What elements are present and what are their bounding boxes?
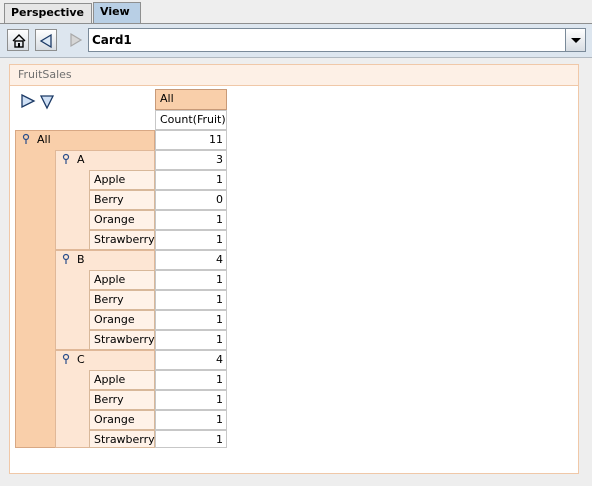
pin-icon [62,253,70,264]
item-label: Berry [94,393,124,406]
item-row-header[interactable]: Orange [89,410,155,430]
item-value: 1 [155,430,227,448]
expand-rows-icon[interactable] [39,94,55,110]
group-label-a: A [77,153,85,166]
measure-header: Count(Fruit) [155,110,227,130]
item-value: 1 [155,290,227,310]
item-value: 1 [155,230,227,250]
item-row-header[interactable]: Orange [89,310,155,330]
group-total-c-text: 4 [216,353,223,366]
panel-header: FruitSales [10,65,578,85]
back-icon [39,33,52,49]
card-dropdown-button[interactable] [565,29,585,51]
total-value-text: 11 [209,133,223,146]
card-selector[interactable]: Card1 [88,28,586,52]
item-value-text: 1 [216,213,223,226]
tab-perspective[interactable]: Perspective [4,3,92,23]
item-value-text: 0 [216,193,223,206]
forward-icon [70,32,83,48]
item-row-header[interactable]: Orange [89,210,155,230]
total-row-label: All [37,133,51,146]
item-value: 1 [155,390,227,410]
item-value-text: 1 [216,373,223,386]
home-icon [12,34,26,48]
item-value: 0 [155,190,227,210]
item-label: Apple [94,273,126,286]
item-value-text: 1 [216,293,223,306]
group-total-a-text: 3 [216,153,223,166]
pin-icon [22,133,30,144]
forward-button[interactable] [64,29,86,51]
panel-title: FruitSales [18,68,72,81]
group-label-c: C [77,353,85,366]
item-value-text: 1 [216,173,223,186]
tab-perspective-label: Perspective [11,6,85,19]
item-label: Berry [94,293,124,306]
group-total-c: 4 [155,350,227,370]
item-value-text: 1 [216,413,223,426]
pin-icon [62,153,70,164]
total-value: 11 [155,130,227,150]
item-label: Orange [94,413,135,426]
item-value: 1 [155,370,227,390]
column-header-all-label: All [160,92,174,105]
item-value: 1 [155,330,227,350]
item-value: 1 [155,310,227,330]
group-total-b: 4 [155,250,227,270]
item-value-text: 1 [216,333,223,346]
group-total-a: 3 [155,150,227,170]
item-value: 1 [155,270,227,290]
measure-header-label: Count(Fruit) [160,113,226,126]
tab-bar: Perspective View [0,0,592,24]
item-value-text: 1 [216,433,223,446]
group-total-b-text: 4 [216,253,223,266]
item-value-text: 1 [216,273,223,286]
item-label: Strawberry [94,233,155,246]
item-row-header[interactable]: Berry [89,390,155,410]
column-header-all[interactable]: All [155,89,227,110]
item-value-text: 1 [216,393,223,406]
group-label-b: B [77,253,85,266]
item-row-header[interactable]: Strawberry [89,430,155,448]
item-value-text: 1 [216,233,223,246]
item-row-header[interactable]: Apple [89,270,155,290]
item-row-header[interactable]: Apple [89,370,155,390]
item-row-header[interactable]: Berry [89,190,155,210]
home-button[interactable] [7,29,29,51]
expand-columns-icon[interactable] [20,94,36,108]
item-row-header[interactable]: Strawberry [89,230,155,250]
back-button[interactable] [35,29,57,51]
item-label: Strawberry [94,333,155,346]
item-row-header[interactable]: Berry [89,290,155,310]
tab-view[interactable]: View [93,2,141,24]
item-row-header[interactable]: Apple [89,170,155,190]
item-label: Orange [94,313,135,326]
item-value: 1 [155,410,227,430]
item-value-text: 1 [216,313,223,326]
toolbar: Card1 [0,24,592,58]
item-label: Apple [94,173,126,186]
item-label: Orange [94,213,135,226]
tab-view-label: View [100,5,130,18]
card-selector-value: Card1 [92,33,132,47]
item-label: Strawberry [94,433,155,446]
chevron-down-icon [571,38,581,43]
item-row-header[interactable]: Strawberry [89,330,155,350]
item-label: Apple [94,373,126,386]
pin-icon [62,353,70,364]
item-value: 1 [155,170,227,190]
item-value: 1 [155,210,227,230]
item-label: Berry [94,193,124,206]
